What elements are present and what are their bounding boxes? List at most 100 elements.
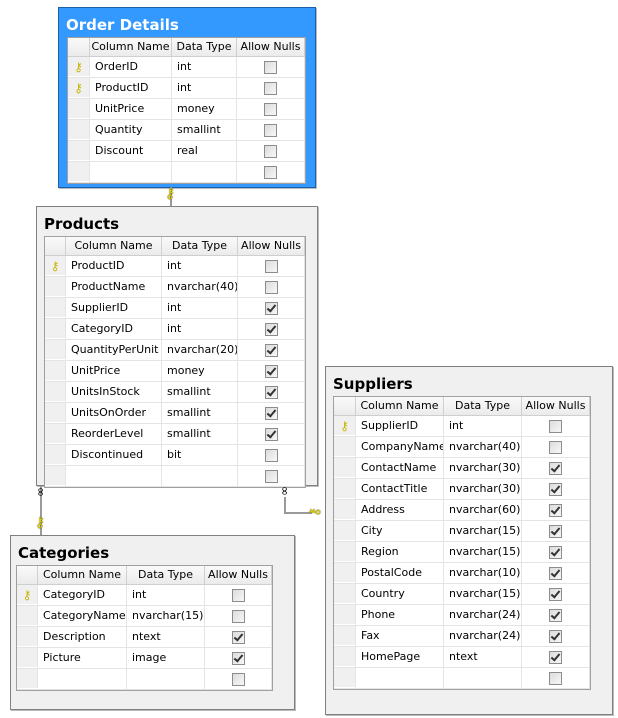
data-type[interactable]: nvarchar(40) — [444, 437, 522, 457]
allow-nulls-checkbox[interactable] — [549, 461, 562, 475]
allow-nulls-checkbox[interactable] — [264, 165, 277, 179]
data-type[interactable]: nvarchar(15) — [127, 606, 205, 626]
table-row[interactable]: UnitPrice money — [45, 361, 305, 382]
data-type[interactable]: int — [127, 585, 205, 605]
table-suppliers[interactable]: Suppliers Column Name Data Type Allow Nulls… — [325, 366, 613, 715]
column-name[interactable]: UnitsInStock — [66, 382, 162, 402]
allow-nulls-checkbox[interactable] — [549, 566, 562, 580]
data-type[interactable]: bit — [162, 445, 238, 465]
allow-nulls-checkbox[interactable] — [264, 144, 277, 158]
row-selector[interactable] — [45, 403, 66, 423]
column-name[interactable]: City — [356, 521, 444, 541]
allow-nulls-checkbox[interactable] — [549, 650, 562, 664]
data-type[interactable]: nvarchar(24) — [444, 605, 522, 625]
allow-nulls-checkbox[interactable] — [231, 609, 245, 623]
row-selector[interactable] — [45, 361, 66, 381]
allow-nulls-checkbox[interactable] — [549, 524, 562, 538]
header-type[interactable]: Data Type — [172, 38, 237, 56]
header-type[interactable]: Data Type — [444, 397, 522, 415]
row-selector[interactable] — [68, 99, 90, 119]
row-selector[interactable] — [334, 542, 356, 562]
row-selector[interactable] — [68, 141, 90, 161]
table-row[interactable]: CategoryName nvarchar(15) — [17, 606, 272, 627]
table-row[interactable] — [68, 162, 305, 183]
header-type[interactable]: Data Type — [162, 237, 238, 255]
header-nulls[interactable]: Allow Nulls — [237, 38, 305, 56]
row-selector[interactable]: ⚷ — [17, 585, 38, 605]
column-name[interactable]: CategoryName — [38, 606, 127, 626]
header-nulls[interactable]: Allow Nulls — [522, 397, 590, 415]
table-row[interactable]: ⚷ ProductID int — [45, 256, 305, 277]
row-selector[interactable] — [334, 500, 356, 520]
table-products[interactable]: Products Column Name Data Type Allow Nulls ⚷… — [36, 206, 318, 488]
data-type[interactable]: nvarchar(30) — [444, 479, 522, 499]
allow-nulls-checkbox[interactable] — [264, 123, 277, 137]
allow-nulls-checkbox[interactable] — [264, 301, 278, 315]
column-name[interactable] — [90, 162, 172, 182]
row-selector[interactable]: ⚷ — [45, 256, 66, 276]
row-selector[interactable] — [334, 563, 356, 583]
row-selector[interactable] — [45, 319, 66, 339]
table-row[interactable]: Region nvarchar(15) — [334, 542, 590, 563]
column-name[interactable]: CategoryID — [66, 319, 162, 339]
data-type[interactable]: nvarchar(15) — [444, 521, 522, 541]
row-selector[interactable] — [68, 162, 90, 182]
table-row[interactable] — [45, 466, 305, 487]
column-name[interactable] — [356, 668, 444, 688]
table-row[interactable]: UnitsInStock smallint — [45, 382, 305, 403]
row-selector[interactable] — [17, 627, 38, 647]
table-row[interactable]: UnitsOnOrder smallint — [45, 403, 305, 424]
row-selector[interactable] — [334, 668, 356, 688]
row-selector[interactable] — [334, 521, 356, 541]
data-type[interactable]: nvarchar(60) — [444, 500, 522, 520]
table-row[interactable]: ⚷ SupplierID int — [334, 416, 590, 437]
data-type[interactable] — [172, 162, 237, 182]
table-row[interactable]: Fax nvarchar(24) — [334, 626, 590, 647]
allow-nulls-checkbox[interactable] — [549, 608, 562, 622]
allow-nulls-checkbox[interactable] — [264, 259, 278, 273]
allow-nulls-checkbox[interactable] — [231, 630, 245, 644]
table-row[interactable]: ContactTitle nvarchar(30) — [334, 479, 590, 500]
allow-nulls-checkbox[interactable] — [264, 280, 278, 294]
data-type[interactable]: nvarchar(30) — [444, 458, 522, 478]
data-type[interactable]: int — [172, 78, 237, 98]
row-selector[interactable]: ⚷ — [68, 57, 90, 77]
table-row[interactable] — [17, 669, 272, 690]
column-name[interactable]: Address — [356, 500, 444, 520]
allow-nulls-checkbox[interactable] — [264, 60, 277, 74]
allow-nulls-checkbox[interactable] — [264, 102, 277, 116]
allow-nulls-checkbox[interactable] — [549, 629, 562, 643]
data-type[interactable]: nvarchar(15) — [444, 584, 522, 604]
column-name[interactable]: CompanyName — [356, 437, 444, 457]
allow-nulls-checkbox[interactable] — [264, 469, 278, 483]
row-selector[interactable]: ⚷ — [334, 416, 356, 436]
data-type[interactable]: money — [162, 361, 238, 381]
header-name[interactable]: Column Name — [38, 566, 127, 584]
data-type[interactable]: int — [162, 319, 238, 339]
column-name[interactable]: ProductID — [90, 78, 172, 98]
allow-nulls-checkbox[interactable] — [264, 364, 278, 378]
allow-nulls-checkbox[interactable] — [549, 587, 562, 601]
table-row[interactable]: Description ntext — [17, 627, 272, 648]
table-row[interactable]: Discount real — [68, 141, 305, 162]
header-name[interactable]: Column Name — [90, 38, 172, 56]
row-selector[interactable] — [45, 382, 66, 402]
allow-nulls-checkbox[interactable] — [264, 406, 278, 420]
column-name[interactable]: Quantity — [90, 120, 172, 140]
data-type[interactable]: nvarchar(10) — [444, 563, 522, 583]
allow-nulls-checkbox[interactable] — [549, 440, 562, 454]
row-selector[interactable] — [334, 437, 356, 457]
header-name[interactable]: Column Name — [356, 397, 444, 415]
row-selector[interactable] — [45, 445, 66, 465]
allow-nulls-checkbox[interactable] — [264, 322, 278, 336]
data-type[interactable]: int — [444, 416, 522, 436]
column-name[interactable]: Phone — [356, 605, 444, 625]
data-type[interactable]: smallint — [162, 424, 238, 444]
row-selector[interactable] — [334, 626, 356, 646]
row-selector[interactable] — [334, 479, 356, 499]
column-name[interactable]: Country — [356, 584, 444, 604]
data-type[interactable] — [444, 668, 522, 688]
table-row[interactable]: ⚷ ProductID int — [68, 78, 305, 99]
row-selector[interactable] — [334, 647, 356, 667]
data-type[interactable]: real — [172, 141, 237, 161]
